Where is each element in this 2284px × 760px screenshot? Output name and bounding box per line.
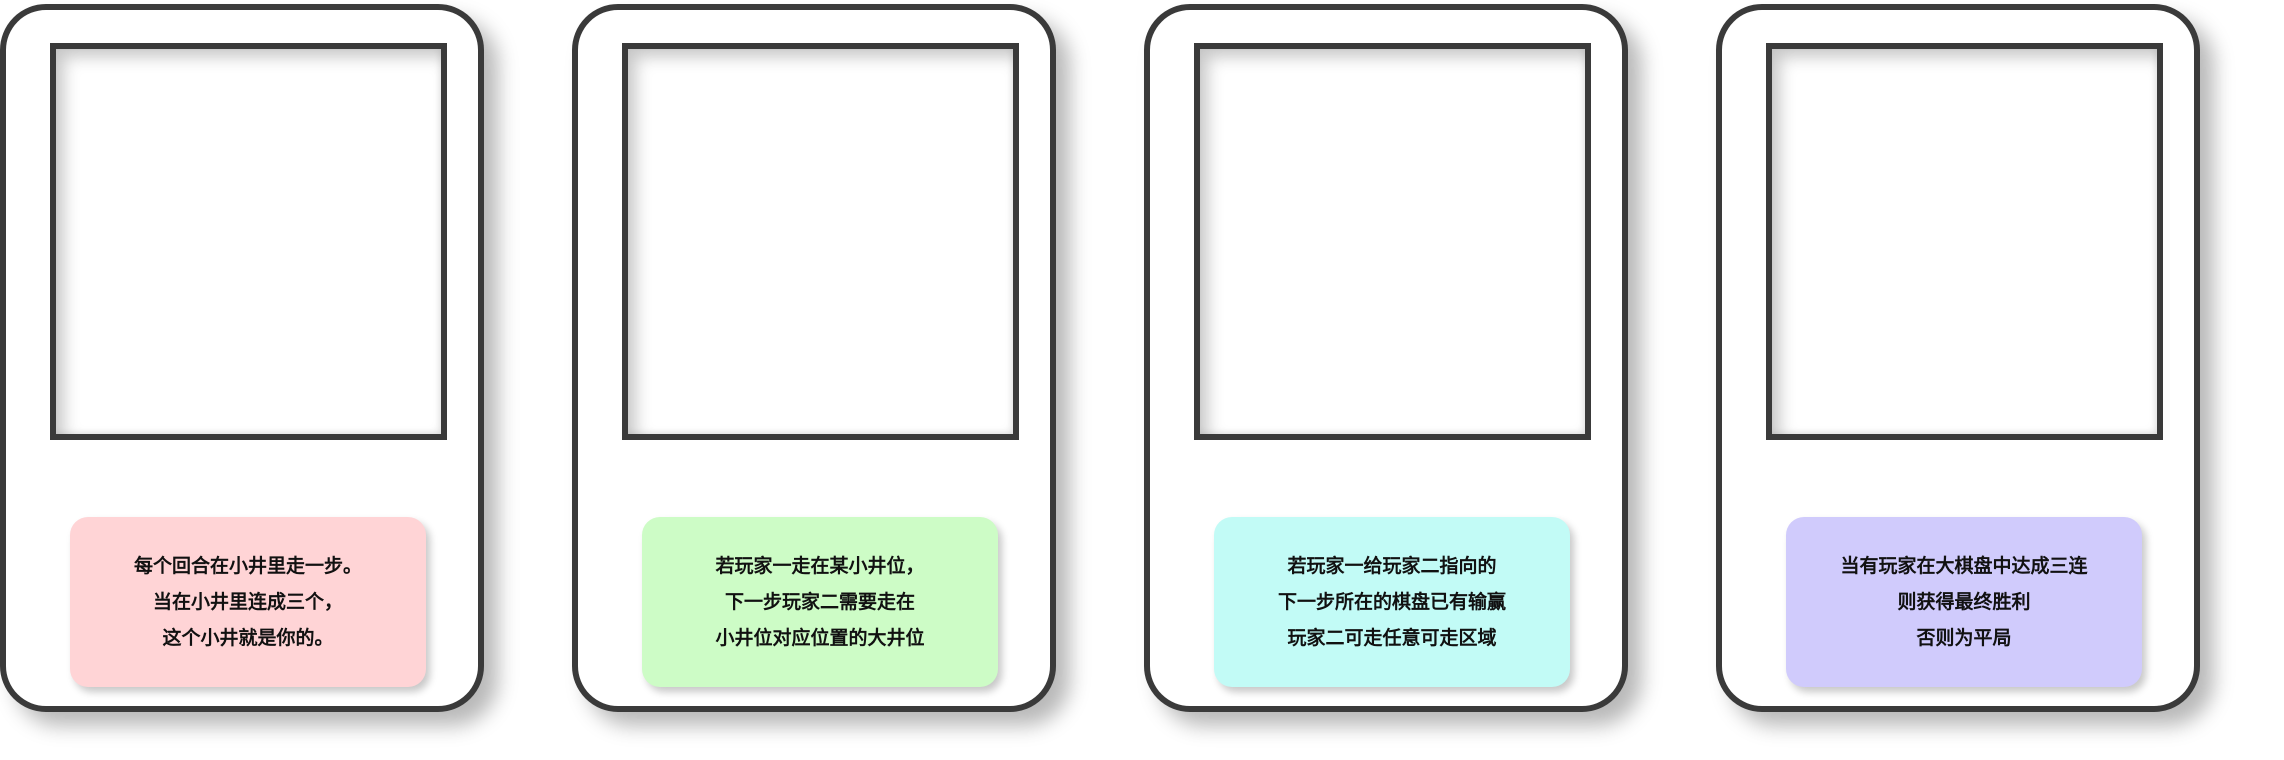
rule-text-line: 每个回合在小井里走一步。: [133, 555, 362, 577]
rule-text-line: 当有玩家在大棋盘中达成三连: [1840, 555, 2088, 577]
rule-text-line: 则获得最终胜利: [1897, 591, 2031, 613]
rule-card-1: 每个回合在小井里走一步。 当在小井里连成三个， 这个小井就是你的。: [0, 4, 484, 712]
rule-card-3: 若玩家一给玩家二指向的 下一步所在的棋盘已有输赢 玩家二可走任意可走区域: [1144, 4, 1628, 712]
rule-text-line: 若玩家一给玩家二指向的: [1287, 555, 1497, 577]
rule-text-line: 小井位对应位置的大井位: [715, 627, 925, 649]
rule-text-line: 这个小井就是你的。: [162, 627, 334, 649]
image-frame: [1766, 43, 2163, 440]
rule-text-line: 下一步所在的棋盘已有输赢: [1277, 591, 1506, 613]
rule-text-line: 当在小井里连成三个，: [152, 591, 343, 613]
image-frame: [1194, 43, 1591, 440]
rule-note: 若玩家一给玩家二指向的 下一步所在的棋盘已有输赢 玩家二可走任意可走区域: [1214, 517, 1570, 687]
image-frame: [622, 43, 1019, 440]
rule-text-line: 玩家二可走任意可走区域: [1287, 627, 1497, 649]
rule-text-line: 否则为平局: [1916, 627, 2012, 649]
rule-text-line: 若玩家一走在某小井位，: [715, 555, 925, 577]
rule-card-4: 当有玩家在大棋盘中达成三连 则获得最终胜利 否则为平局: [1716, 4, 2200, 712]
rule-text-line: 下一步玩家二需要走在: [724, 591, 915, 613]
image-frame: [50, 43, 447, 440]
rule-card-2: 若玩家一走在某小井位， 下一步玩家二需要走在 小井位对应位置的大井位: [572, 4, 1056, 712]
rule-note: 每个回合在小井里走一步。 当在小井里连成三个， 这个小井就是你的。: [70, 517, 426, 687]
rule-note: 当有玩家在大棋盘中达成三连 则获得最终胜利 否则为平局: [1786, 517, 2142, 687]
rule-note: 若玩家一走在某小井位， 下一步玩家二需要走在 小井位对应位置的大井位: [642, 517, 998, 687]
